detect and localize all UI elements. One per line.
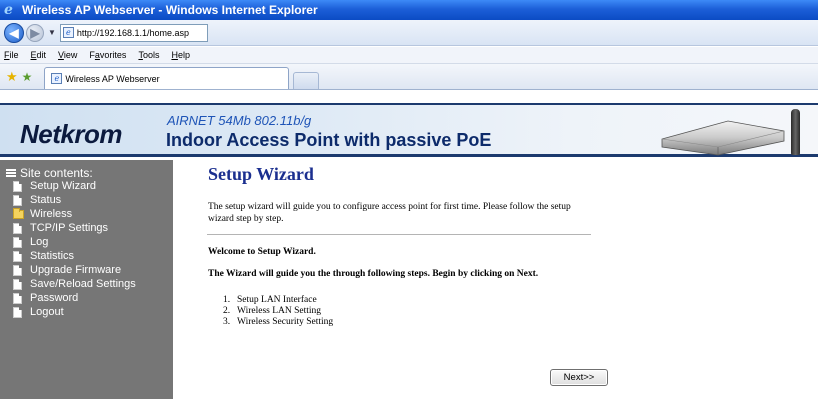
favorites-star-icon[interactable]: ★ (6, 69, 18, 85)
sidebar-item-tcpip-settings[interactable]: TCP/IP Settings (13, 221, 136, 235)
sidebar-item-label: TCP/IP Settings (30, 222, 109, 234)
sidebar-item-statistics[interactable]: Statistics (13, 249, 136, 263)
sidebar-item-logout[interactable]: Logout (13, 305, 136, 319)
forward-button[interactable]: ▶ (26, 23, 44, 42)
tab-wireless-ap-webserver[interactable]: e Wireless AP Webserver (44, 67, 290, 89)
menu-tools[interactable]: Tools (138, 50, 159, 60)
window-title: Wireless AP Webserver - Windows Internet… (22, 3, 318, 17)
sidebar-item-log[interactable]: Log (13, 235, 136, 249)
menu-file[interactable]: File (4, 50, 19, 60)
sidebar-item-setup-wizard[interactable]: Setup Wizard (13, 179, 136, 193)
banner-subtitle: AIRNET 54Mb 802.11b/g (167, 113, 312, 128)
divider (207, 234, 591, 235)
welcome-text: Welcome to Setup Wizard. (208, 247, 316, 257)
next-button[interactable]: Next>> (550, 369, 608, 386)
header-banner: Netkrom AIRNET 54Mb 802.11b/g Indoor Acc… (0, 103, 818, 157)
sidebar-item-label: Setup Wizard (30, 180, 97, 192)
window-title-bar: e Wireless AP Webserver - Windows Intern… (0, 0, 818, 20)
url-input[interactable]: e http://192.168.1.1/home.asp (59, 23, 208, 42)
document-icon (13, 222, 22, 234)
internet-explorer-icon: e (4, 2, 13, 18)
sidebar-item-save-reload-settings[interactable]: Save/Reload Settings (13, 277, 136, 291)
url-text: http://192.168.1.1/home.asp (76, 27, 190, 38)
document-icon (13, 194, 22, 206)
menu-favorites[interactable]: Favorites (89, 50, 126, 60)
list-item: 3. Wireless Security Setting (223, 317, 334, 327)
add-favorites-icon[interactable]: ★ (22, 70, 33, 84)
tab-favicon-icon: e (51, 73, 63, 84)
sidebar-heading-text: Site contents: (20, 166, 93, 180)
back-button[interactable]: ◀ (4, 22, 24, 43)
list-item: 2. Wireless LAN Setting (223, 306, 322, 316)
guide-text: The Wizard will guide you the through fo… (208, 269, 539, 279)
document-icon (13, 278, 22, 290)
document-icon (13, 236, 22, 248)
sidebar-item-label: Statistics (30, 250, 75, 262)
tab-bar: ★ ★ e Wireless AP Webserver (0, 64, 818, 90)
sidebar-item-label: Save/Reload Settings (30, 278, 136, 290)
sidebar-item-wireless[interactable]: Wireless (13, 207, 136, 221)
sidebar: Site contents: Setup Wizard Status Wirel… (0, 160, 173, 399)
sidebar-item-label: Upgrade Firmware (30, 264, 122, 276)
sidebar-item-label: Log (30, 236, 49, 248)
steps-list: 1. Setup LAN Interface 2. Wireless LAN S… (223, 295, 333, 328)
document-icon (13, 292, 22, 304)
document-icon (13, 264, 22, 276)
document-icon (13, 250, 22, 262)
menu-bar: File Edit View Favorites Tools Help (0, 47, 818, 64)
antenna-icon (791, 109, 800, 155)
folder-icon (13, 207, 24, 219)
sidebar-item-upgrade-firmware[interactable]: Upgrade Firmware (13, 263, 136, 277)
sidebar-item-password[interactable]: Password (13, 291, 136, 305)
sidebar-item-label: Password (30, 292, 79, 304)
sidebar-item-label: Wireless (30, 208, 73, 220)
history-dropdown-icon[interactable]: ▼ (48, 28, 56, 37)
sidebar-list: Setup Wizard Status Wireless TCP/IP Sett… (13, 179, 136, 319)
sidebar-heading: Site contents: (6, 166, 93, 180)
page-title: Setup Wizard (208, 164, 314, 184)
list-icon (6, 169, 16, 177)
netkrom-logo: Netkrom (20, 119, 122, 149)
sidebar-item-label: Status (30, 194, 62, 206)
tab-label: Wireless AP Webserver (65, 73, 160, 84)
access-point-device-icon (661, 120, 785, 156)
address-bar: ◀ ▶ ▼ e http://192.168.1.1/home.asp (0, 20, 818, 46)
menu-view[interactable]: View (58, 50, 77, 60)
page-favicon-icon: e (62, 27, 74, 38)
menu-edit[interactable]: Edit (31, 50, 47, 60)
sidebar-item-label: Logout (30, 306, 64, 318)
intro-text: The setup wizard will guide you to confi… (208, 202, 571, 224)
menu-help[interactable]: Help (171, 50, 190, 60)
document-icon (13, 180, 22, 192)
sidebar-item-status[interactable]: Status (13, 193, 136, 207)
banner-title: Indoor Access Point with passive PoE (166, 130, 492, 150)
page-content: Netkrom AIRNET 54Mb 802.11b/g Indoor Acc… (0, 91, 818, 399)
document-icon (13, 306, 22, 318)
new-tab-button[interactable] (293, 72, 320, 89)
list-item: 1. Setup LAN Interface (223, 295, 317, 305)
